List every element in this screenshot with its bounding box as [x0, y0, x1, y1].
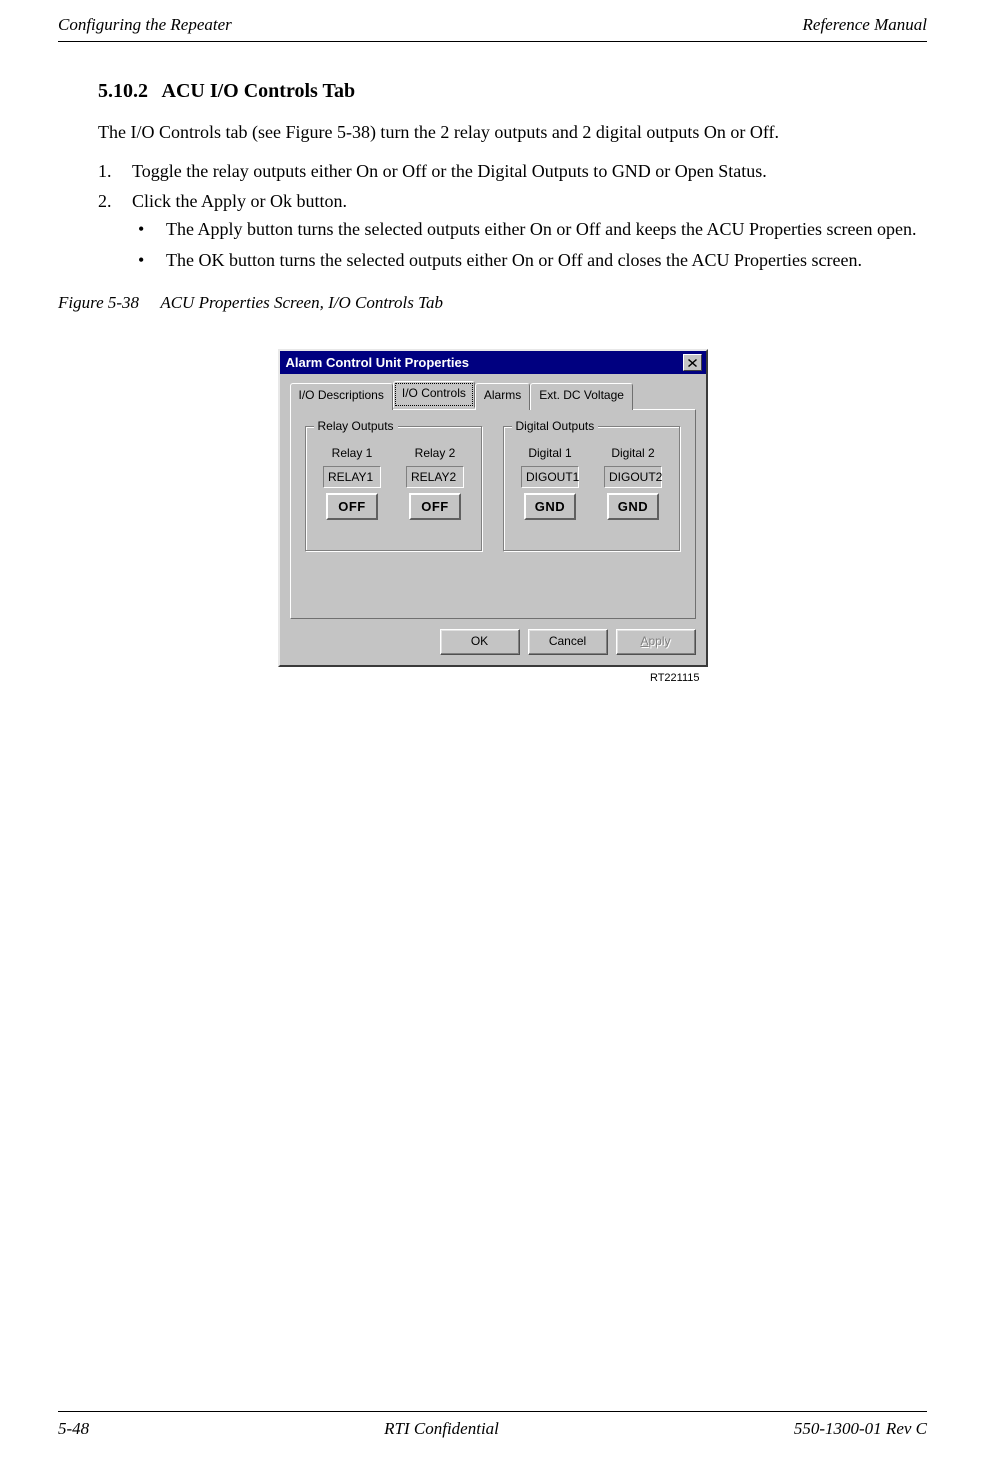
relay2-name: RELAY2 — [406, 466, 464, 488]
step-number: 1. — [98, 159, 132, 183]
dialog-title: Alarm Control Unit Properties — [286, 354, 469, 372]
apply-underline: A — [640, 633, 648, 649]
digital1-toggle-button[interactable]: GND — [524, 493, 576, 521]
steps-list: 1. Toggle the relay outputs either On or… — [98, 159, 927, 278]
apply-button[interactable]: Apply — [616, 629, 696, 655]
tab-ext-dc-voltage[interactable]: Ext. DC Voltage — [530, 383, 633, 409]
intro-paragraph: The I/O Controls tab (see Figure 5-38) t… — [98, 120, 927, 144]
acu-properties-dialog: Alarm Control Unit Properties I/O Descri… — [278, 349, 708, 667]
header-rule — [58, 41, 927, 42]
relay1-toggle-button[interactable]: OFF — [326, 493, 378, 521]
figure-label: Figure 5-38 — [58, 293, 139, 312]
digital1-name: DIGOUT1 — [521, 466, 579, 488]
relay1-label: Relay 1 — [332, 445, 373, 461]
close-icon[interactable] — [683, 354, 702, 371]
step-text-inner: Click the Apply or Ok button. — [132, 191, 347, 211]
digital2-name: DIGOUT2 — [604, 466, 662, 488]
footer-center: RTI Confidential — [384, 1418, 499, 1441]
tab-io-descriptions[interactable]: I/O Descriptions — [290, 383, 393, 409]
relay2-toggle-button[interactable]: OFF — [409, 493, 461, 521]
running-head-right: Reference Manual — [803, 14, 927, 37]
figure-caption: Figure 5-38 ACU Properties Screen, I/O C… — [58, 292, 927, 315]
footer-rule — [58, 1411, 927, 1412]
relay-outputs-legend: Relay Outputs — [314, 418, 398, 434]
running-head-left: Configuring the Repeater — [58, 14, 232, 37]
tab-strip: I/O Descriptions I/O Controls Alarms Ext… — [290, 383, 696, 409]
bullet-list: •The Apply button turns the selected out… — [132, 217, 927, 272]
footer-right: 550-1300-01 Rev C — [794, 1418, 927, 1441]
bullet-dot: • — [132, 217, 166, 241]
bullet-dot: • — [132, 248, 166, 272]
section-heading: 5.10.2 ACU I/O Controls Tab — [98, 70, 927, 106]
tab-alarms[interactable]: Alarms — [475, 383, 530, 409]
ok-button[interactable]: OK — [440, 629, 520, 655]
digital2-toggle-button[interactable]: GND — [607, 493, 659, 521]
cancel-button[interactable]: Cancel — [528, 629, 608, 655]
relay2-label: Relay 2 — [415, 445, 456, 461]
digital2-label: Digital 2 — [611, 445, 654, 461]
relay-outputs-group: Relay Outputs Relay 1 RELAY1 OFF Relay 2… — [305, 426, 483, 552]
step-text: Click the Apply or Ok button. •The Apply… — [132, 189, 927, 278]
figure-image-ref: RT221115 — [278, 671, 708, 686]
step-number: 2. — [98, 189, 132, 278]
figure-title: ACU Properties Screen, I/O Controls Tab — [160, 293, 443, 312]
tab-panel: Relay Outputs Relay 1 RELAY1 OFF Relay 2… — [290, 409, 696, 619]
page-number: 5-48 — [58, 1418, 89, 1441]
tab-io-controls[interactable]: I/O Controls — [393, 381, 475, 407]
dialog-titlebar: Alarm Control Unit Properties — [280, 351, 706, 375]
relay1-name: RELAY1 — [323, 466, 381, 488]
apply-rest: pply — [649, 633, 671, 649]
section-number: 5.10.2 — [98, 80, 148, 102]
digital-outputs-group: Digital Outputs Digital 1 DIGOUT1 GND Di… — [503, 426, 681, 552]
digital-outputs-legend: Digital Outputs — [512, 418, 599, 434]
bullet-text: The Apply button turns the selected outp… — [166, 217, 927, 241]
bullet-text: The OK button turns the selected outputs… — [166, 248, 927, 272]
digital1-label: Digital 1 — [528, 445, 571, 461]
section-title: ACU I/O Controls Tab — [162, 80, 356, 102]
step-text: Toggle the relay outputs either On or Of… — [132, 159, 927, 183]
